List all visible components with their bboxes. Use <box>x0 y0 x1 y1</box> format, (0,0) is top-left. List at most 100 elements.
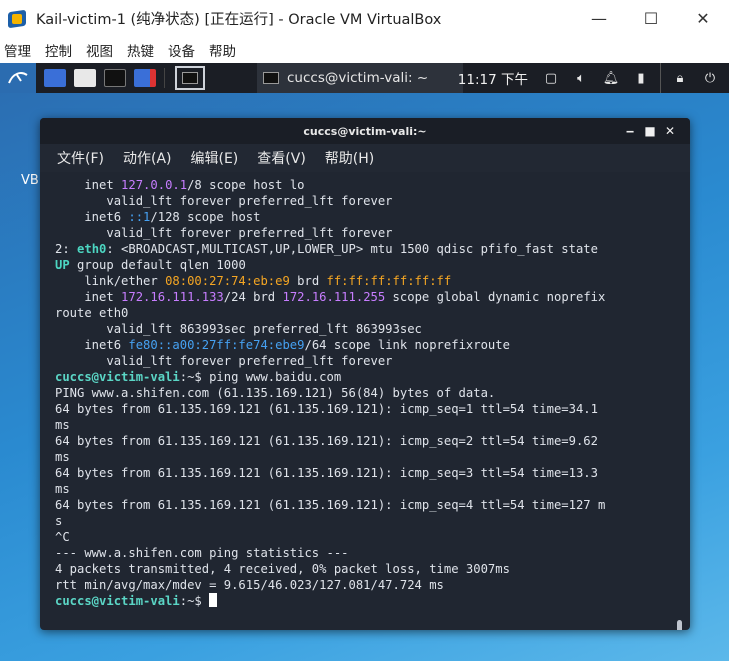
terminal-line: 64 bytes from 61.135.169.121 (61.135.169… <box>55 433 680 449</box>
terminal-line: cuccs@victim-vali:~$ <box>55 593 680 609</box>
terminal-titlebar[interactable]: cuccs@victim-vali:~ ‒ ■ ✕ <box>40 118 690 144</box>
vbox-menubar: 管理 控制 视图 热键 设备 帮助 <box>0 37 729 63</box>
desktop-vb-label: VB <box>21 173 39 188</box>
terminal-text: /128 scope host <box>150 210 261 224</box>
terminal-text: 64 bytes from 61.135.169.121 (61.135.169… <box>55 498 606 512</box>
terminal-text: 172.16.111.255 <box>282 290 386 304</box>
window-icon[interactable]: ▢ <box>540 71 562 86</box>
terminal-line: valid_lft 863993sec preferred_lft 863993… <box>55 321 680 337</box>
menu-devices[interactable]: 设备 <box>168 40 195 60</box>
terminal-text: ms <box>55 482 70 496</box>
terminal-line: inet6 fe80::a00:27ff:fe74:ebe9/64 scope … <box>55 337 680 353</box>
show-desktop-icon[interactable] <box>44 69 66 87</box>
terminal-menu-actions[interactable]: 动作(A) <box>123 148 172 168</box>
terminal-cursor <box>209 593 218 607</box>
terminal-menubar: 文件(F) 动作(A) 编辑(E) 查看(V) 帮助(H) <box>40 144 690 172</box>
terminal-text: /24 brd <box>223 290 283 304</box>
terminal-icon <box>182 72 198 84</box>
terminal-line: ms <box>55 417 680 433</box>
terminal-text: inet6 <box>55 338 129 352</box>
terminal-window[interactable]: cuccs@victim-vali:~ ‒ ■ ✕ 文件(F) 动作(A) 编辑… <box>40 118 690 630</box>
terminal-text: inet6 <box>55 210 129 224</box>
terminal-text: 2: <box>55 242 78 256</box>
terminal-text: rtt min/avg/max/mdev = 9.615/46.023/127.… <box>55 578 444 592</box>
terminal-text: inet <box>55 290 122 304</box>
app-launcher-icon[interactable] <box>134 69 156 87</box>
terminal-line: route eth0 <box>55 305 680 321</box>
terminal-text: PING www.a.shifen.com (61.135.169.121) 5… <box>55 386 496 400</box>
terminal-line: ^C <box>55 529 680 545</box>
lock-icon[interactable]: 🔒︎ <box>669 71 691 86</box>
file-manager-icon[interactable] <box>74 69 96 87</box>
terminal-text: brd <box>289 274 327 288</box>
terminal-line: link/ether 08:00:27:74:eb:e9 brd ff:ff:f… <box>55 273 680 289</box>
terminal-menu-file[interactable]: 文件(F) <box>57 148 104 168</box>
terminal-text: /8 scope host lo <box>187 178 305 192</box>
maximize-button[interactable]: ☐ <box>625 0 677 37</box>
terminal-close-button[interactable]: ✕ <box>660 124 680 138</box>
terminal-output[interactable]: inet 127.0.0.1/8 scope host lo valid_lft… <box>55 172 680 626</box>
clock[interactable]: 11:17 下午 <box>458 68 528 88</box>
terminal-text: group default qlen 1000 <box>69 258 246 272</box>
terminal-text: /64 scope link noprefixroute <box>304 338 510 352</box>
menu-view[interactable]: 视图 <box>86 40 113 60</box>
close-button[interactable]: ✕ <box>677 0 729 37</box>
volume-icon[interactable]: 🔈︎ <box>570 71 592 86</box>
terminal-text: eth0 <box>77 242 107 256</box>
minimize-button[interactable]: — <box>573 0 625 37</box>
terminal-scrollbar[interactable] <box>677 620 682 630</box>
taskbar-item-label: cuccs@victim-vali: ~ <box>287 70 429 86</box>
taskbar-terminal-item[interactable]: cuccs@victim-vali: ~ <box>257 63 463 93</box>
menu-hotkeys[interactable]: 热键 <box>127 40 154 60</box>
terminal-text: ^C <box>55 530 70 544</box>
terminal-text: ::1 <box>128 210 151 224</box>
vbox-window-title: Kail-victim-1 (纯净状态) [正在运行] - Oracle VM … <box>36 12 442 28</box>
terminal-minimize-button[interactable]: ‒ <box>620 124 640 138</box>
battery-icon[interactable]: ▮ <box>630 71 652 86</box>
terminal-text: fe80::a00:27ff:fe74:ebe9 <box>128 338 305 352</box>
bell-icon[interactable]: 🔔︎ <box>600 71 622 86</box>
power-icon[interactable]: ⏻ <box>699 71 721 86</box>
terminal-text: :~$ ping www.baidu.com <box>179 370 342 384</box>
terminal-line: --- www.a.shifen.com ping statistics --- <box>55 545 680 561</box>
terminal-text: valid_lft forever preferred_lft forever <box>55 194 393 208</box>
terminal-text: ff:ff:ff:ff:ff:ff <box>326 274 452 288</box>
terminal-text: cuccs@victim-vali <box>55 594 180 608</box>
menu-control[interactable]: 控制 <box>45 40 72 60</box>
terminal-line: inet 127.0.0.1/8 scope host lo <box>55 177 680 193</box>
terminal-text: : <BROADCAST,MULTICAST,UP,LOWER_UP> mtu … <box>106 242 598 256</box>
terminal-text: s <box>55 514 63 528</box>
terminal-text: ms <box>55 418 70 432</box>
terminal-text: inet <box>55 178 122 192</box>
terminal-launcher-icon[interactable] <box>104 69 126 87</box>
terminal-line: 64 bytes from 61.135.169.121 (61.135.169… <box>55 401 680 417</box>
terminal-line: s <box>55 513 680 529</box>
desktop-panel: cuccs@victim-vali: ~ 11:17 下午 ▢ 🔈︎ 🔔︎ ▮ … <box>0 63 729 93</box>
menu-help[interactable]: 帮助 <box>209 40 236 60</box>
terminal-line: 64 bytes from 61.135.169.121 (61.135.169… <box>55 497 680 513</box>
kali-menu-icon[interactable] <box>0 63 36 93</box>
terminal-text: 127.0.0.1 <box>121 178 188 192</box>
panel-tray: 11:17 下午 ▢ 🔈︎ 🔔︎ ▮ 🔒︎ ⏻ <box>458 63 729 93</box>
terminal-text: route eth0 <box>55 306 129 320</box>
terminal-text: valid_lft forever preferred_lft forever <box>55 354 393 368</box>
terminal-text: 64 bytes from 61.135.169.121 (61.135.169… <box>55 434 598 448</box>
terminal-menu-view[interactable]: 查看(V) <box>257 148 306 168</box>
terminal-text: ms <box>55 450 70 464</box>
terminal-maximize-button[interactable]: ■ <box>640 124 660 138</box>
terminal-line: valid_lft forever preferred_lft forever <box>55 193 680 209</box>
terminal-line: 4 packets transmitted, 4 received, 0% pa… <box>55 561 680 577</box>
terminal-text: link/ether <box>55 274 166 288</box>
terminal-menu-help[interactable]: 帮助(H) <box>325 148 374 168</box>
menu-manage[interactable]: 管理 <box>4 40 31 60</box>
terminal-text: 64 bytes from 61.135.169.121 (61.135.169… <box>55 466 598 480</box>
terminal-text: 172.16.111.133 <box>121 290 224 304</box>
terminal-menu-edit[interactable]: 编辑(E) <box>191 148 239 168</box>
workspace-switcher[interactable] <box>175 66 205 90</box>
terminal-text: --- www.a.shifen.com ping statistics --- <box>55 546 349 560</box>
terminal-line: ms <box>55 481 680 497</box>
guest-desktop: cuccs@victim-vali: ~ 11:17 下午 ▢ 🔈︎ 🔔︎ ▮ … <box>0 63 729 661</box>
terminal-line: 64 bytes from 61.135.169.121 (61.135.169… <box>55 465 680 481</box>
terminal-text: UP <box>55 258 70 272</box>
terminal-text: :~$ <box>179 594 210 608</box>
